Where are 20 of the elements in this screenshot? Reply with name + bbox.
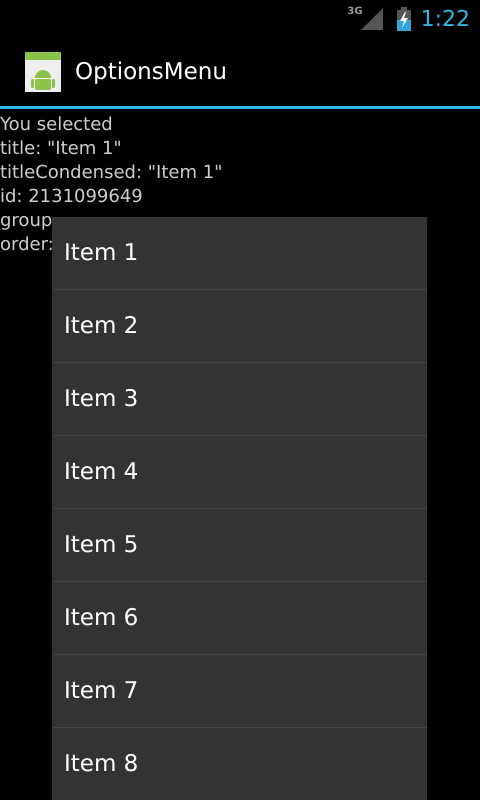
app-title: OptionsMenu (75, 59, 227, 85)
clock-time: 1:22 (420, 6, 470, 32)
menu-item[interactable]: Item 6 (52, 582, 427, 655)
battery-charging-icon (396, 7, 411, 31)
info-text: You selected (0, 114, 113, 135)
info-text: titleCondensed: "Item 1" (0, 162, 222, 183)
menu-item[interactable]: Item 5 (52, 509, 427, 582)
android-app-icon[interactable] (25, 52, 61, 92)
menu-item[interactable]: Item 4 (52, 436, 427, 509)
info-text: order: (0, 234, 54, 255)
menu-item[interactable]: Item 8 (52, 728, 427, 800)
menu-item[interactable]: Item 3 (52, 363, 427, 436)
info-text: id: 2131099649 (0, 186, 143, 207)
menu-item[interactable]: Item 1 (52, 217, 427, 290)
info-text: group (0, 210, 52, 231)
network-type: 3G (347, 6, 363, 17)
info-text: title: "Item 1" (0, 138, 122, 159)
menu-item[interactable]: Item 7 (52, 655, 427, 728)
signal-icon (360, 8, 383, 30)
menu-item[interactable]: Item 2 (52, 290, 427, 363)
